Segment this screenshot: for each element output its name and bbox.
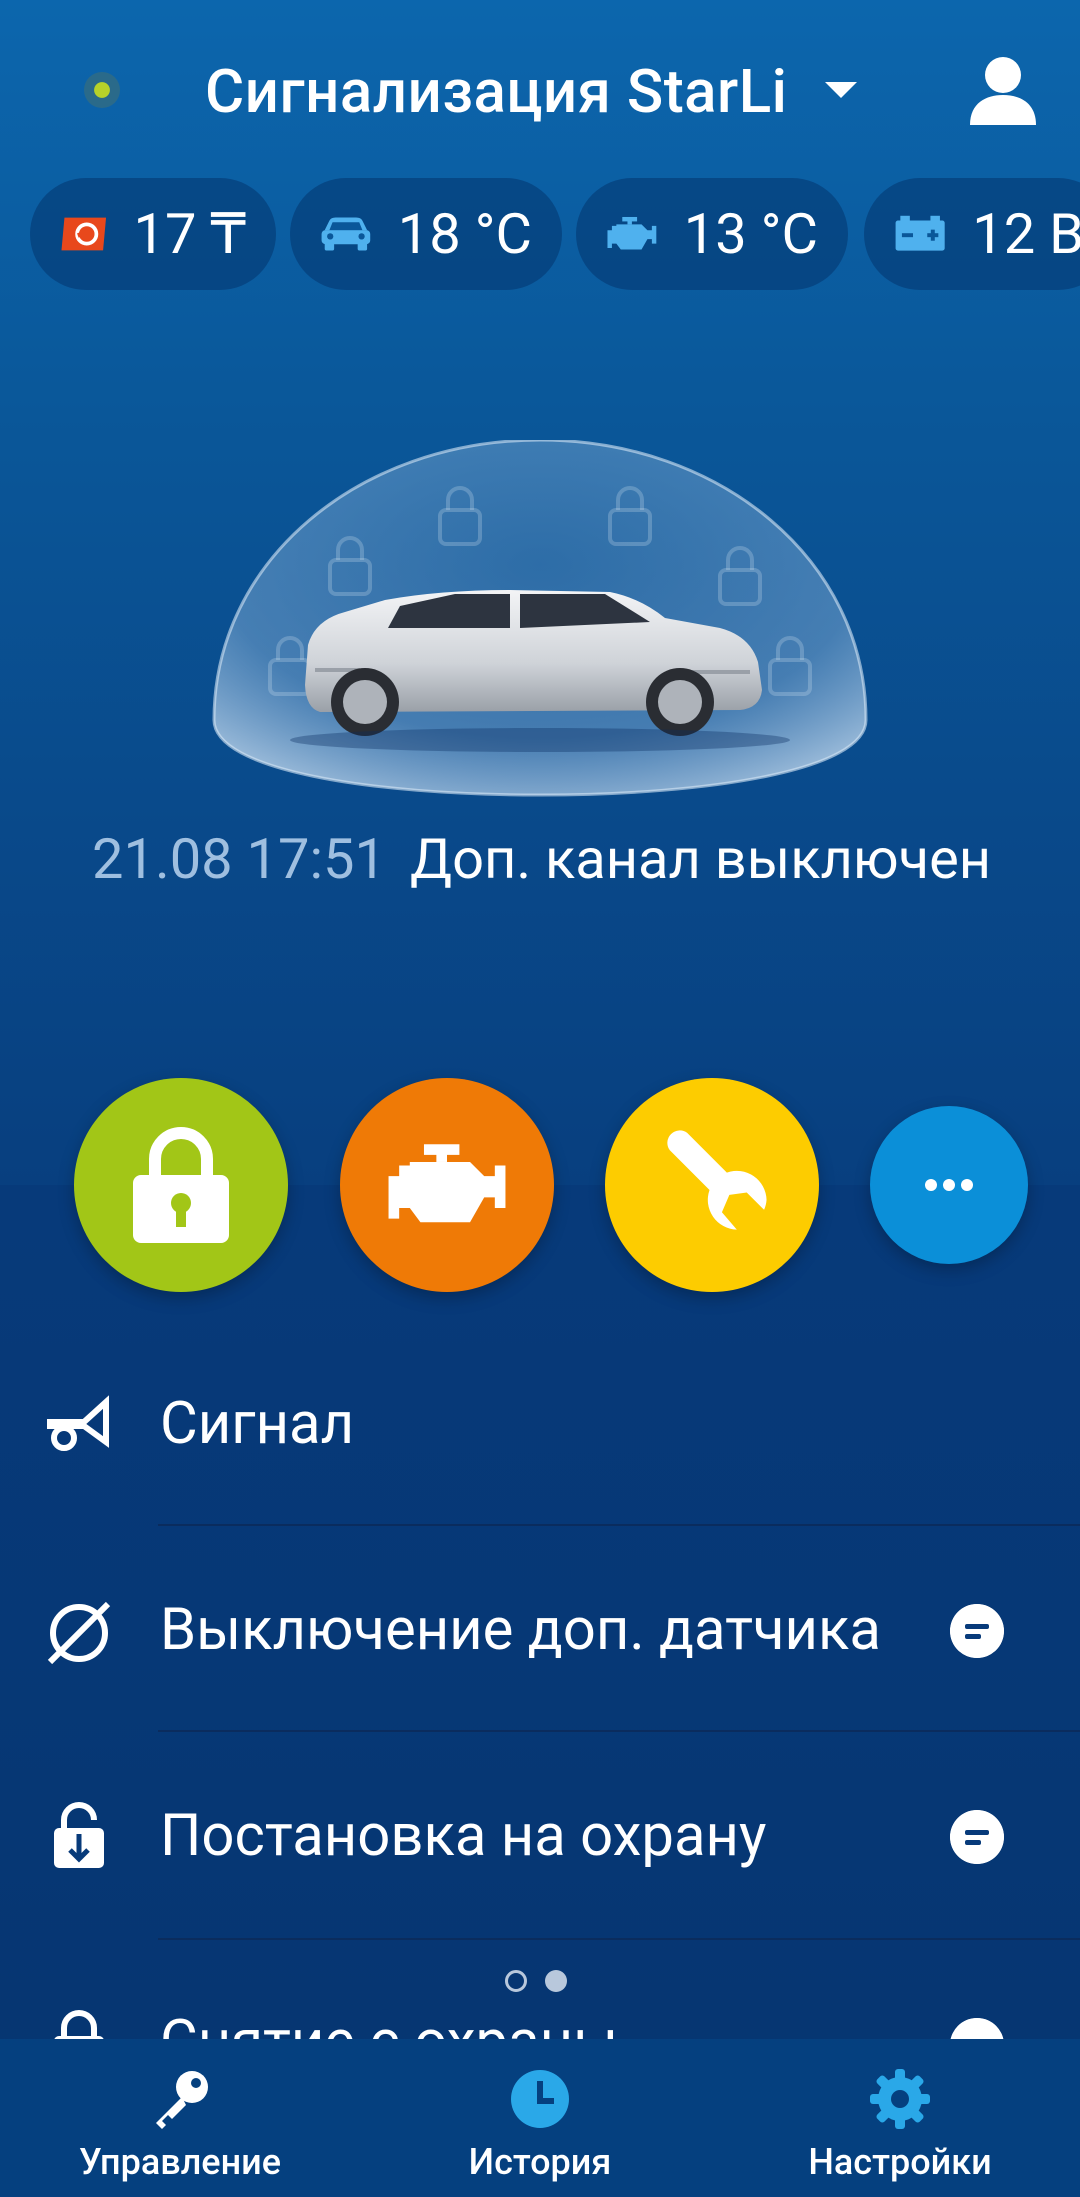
cabin-temp-chip[interactable]: 18 °C (290, 178, 562, 290)
lock-icon (133, 1127, 229, 1243)
battery-icon (895, 215, 945, 251)
command-label: Постановка на охрану (160, 1802, 767, 1870)
page-indicator (505, 1970, 567, 1992)
sms-icon[interactable] (950, 1810, 1004, 1864)
gear-icon (870, 2069, 930, 2129)
profile-icon[interactable] (968, 55, 1038, 127)
connection-status-icon (84, 72, 120, 108)
car-icon (321, 217, 371, 251)
battery-chip[interactable]: 12 В (864, 178, 1080, 290)
nav-history[interactable]: История (400, 2039, 680, 2197)
event-time: 21.08 17:51 (92, 826, 386, 892)
command-item-signal[interactable]: Сигнал (0, 1322, 1080, 1528)
more-actions-button[interactable] (870, 1106, 1028, 1264)
command-label: Снятие с охраны (160, 2008, 618, 2039)
nav-label: Управление (79, 2141, 281, 2183)
balance-value: 17 ₸ (133, 201, 246, 267)
key-icon (156, 2071, 208, 2129)
command-label: Выключение доп. датчика (160, 1596, 881, 1664)
nav-settings[interactable]: Настройки (760, 2039, 1040, 2197)
nav-label: Настройки (808, 2141, 992, 2183)
wrench-icon (667, 1130, 767, 1230)
page-dot-active[interactable] (545, 1970, 567, 1992)
divider (158, 1938, 1080, 1940)
cabin-temp-value: 18 °C (397, 201, 532, 267)
device-title[interactable]: Сигнализация StarLi (205, 56, 787, 127)
engine-icon (607, 216, 657, 250)
command-label: Сигнал (160, 1390, 355, 1458)
sms-icon[interactable] (950, 2018, 1004, 2039)
chevron-down-icon[interactable] (825, 82, 857, 98)
bottom-navigation: Управление История Настройки (0, 2039, 1080, 2197)
command-item-arm[interactable]: Постановка на охрану (0, 1734, 1080, 1940)
engine-temp-chip[interactable]: 13 °C (576, 178, 848, 290)
sms-icon[interactable] (950, 1604, 1004, 1658)
last-event-line: 21.08 17:51 Доп. канал выключен (92, 826, 991, 892)
arm-icon (54, 1802, 104, 1868)
nav-control[interactable]: Управление (40, 2039, 320, 2197)
balance-chip[interactable]: 17 ₸ (30, 178, 276, 290)
horn-icon (47, 1395, 109, 1451)
sensor-off-icon (47, 1601, 111, 1665)
disarm-icon (54, 2010, 104, 2039)
service-mode-button[interactable] (605, 1078, 819, 1292)
page-dot[interactable] (505, 1970, 527, 1992)
more-icon (925, 1179, 973, 1191)
engine-icon (388, 1144, 506, 1223)
clock-icon (511, 2070, 569, 2128)
engine-start-button[interactable] (340, 1078, 554, 1292)
car-dome-image[interactable] (210, 440, 870, 800)
balance-icon (61, 217, 107, 251)
divider (158, 1730, 1080, 1732)
nav-label: История (468, 2141, 612, 2183)
arm-lock-button[interactable] (74, 1078, 288, 1292)
battery-value: 12 В (972, 201, 1080, 267)
event-message: Доп. канал выключен (410, 826, 992, 892)
divider (158, 1524, 1080, 1526)
engine-temp-value: 13 °C (683, 201, 818, 267)
command-item-sensor-off[interactable]: Выключение доп. датчика (0, 1528, 1080, 1734)
